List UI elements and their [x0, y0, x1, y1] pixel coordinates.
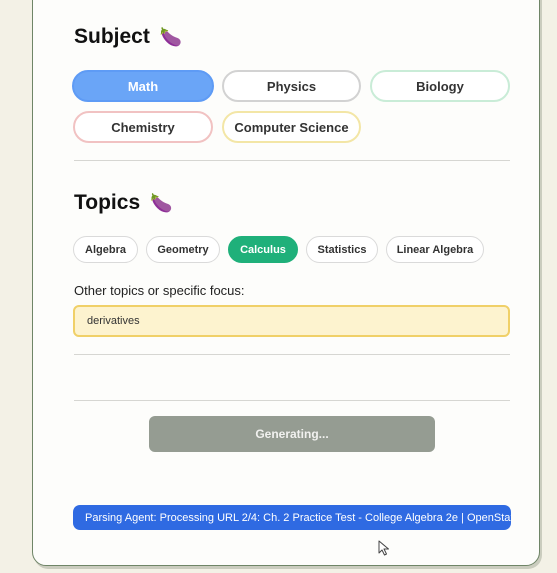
topics-emoji-icon: 🍆	[150, 192, 173, 213]
topics-heading: Topics 🍆	[74, 191, 173, 215]
subject-emoji-icon: 🍆	[159, 26, 183, 47]
topics-heading-text: Topics	[74, 191, 141, 214]
subject-heading-text: Subject	[74, 25, 150, 48]
topic-statistics-button[interactable]: Statistics	[306, 236, 378, 263]
subject-chemistry-button[interactable]: Chemistry	[73, 111, 213, 143]
section-divider	[74, 160, 510, 161]
subject-math-button[interactable]: Math	[72, 70, 214, 102]
topic-calculus-button[interactable]: Calculus	[228, 236, 298, 263]
subject-heading: Subject 🍆	[74, 25, 182, 49]
topic-algebra-button[interactable]: Algebra	[73, 236, 138, 263]
section-divider	[74, 354, 510, 355]
subject-biology-button[interactable]: Biology	[370, 70, 510, 102]
section-divider	[74, 400, 510, 401]
other-topics-input[interactable]	[73, 305, 510, 337]
topic-linear-algebra-button[interactable]: Linear Algebra	[386, 236, 484, 263]
mouse-pointer-icon	[378, 540, 389, 556]
status-bar: Parsing Agent: Processing URL 2/4: Ch. 2…	[73, 505, 511, 530]
generate-button[interactable]: Generating...	[149, 416, 435, 452]
subject-computer-science-button[interactable]: Computer Science	[222, 111, 361, 143]
topic-geometry-button[interactable]: Geometry	[146, 236, 220, 263]
subject-physics-button[interactable]: Physics	[222, 70, 361, 102]
other-topics-label: Other topics or specific focus:	[74, 283, 245, 298]
